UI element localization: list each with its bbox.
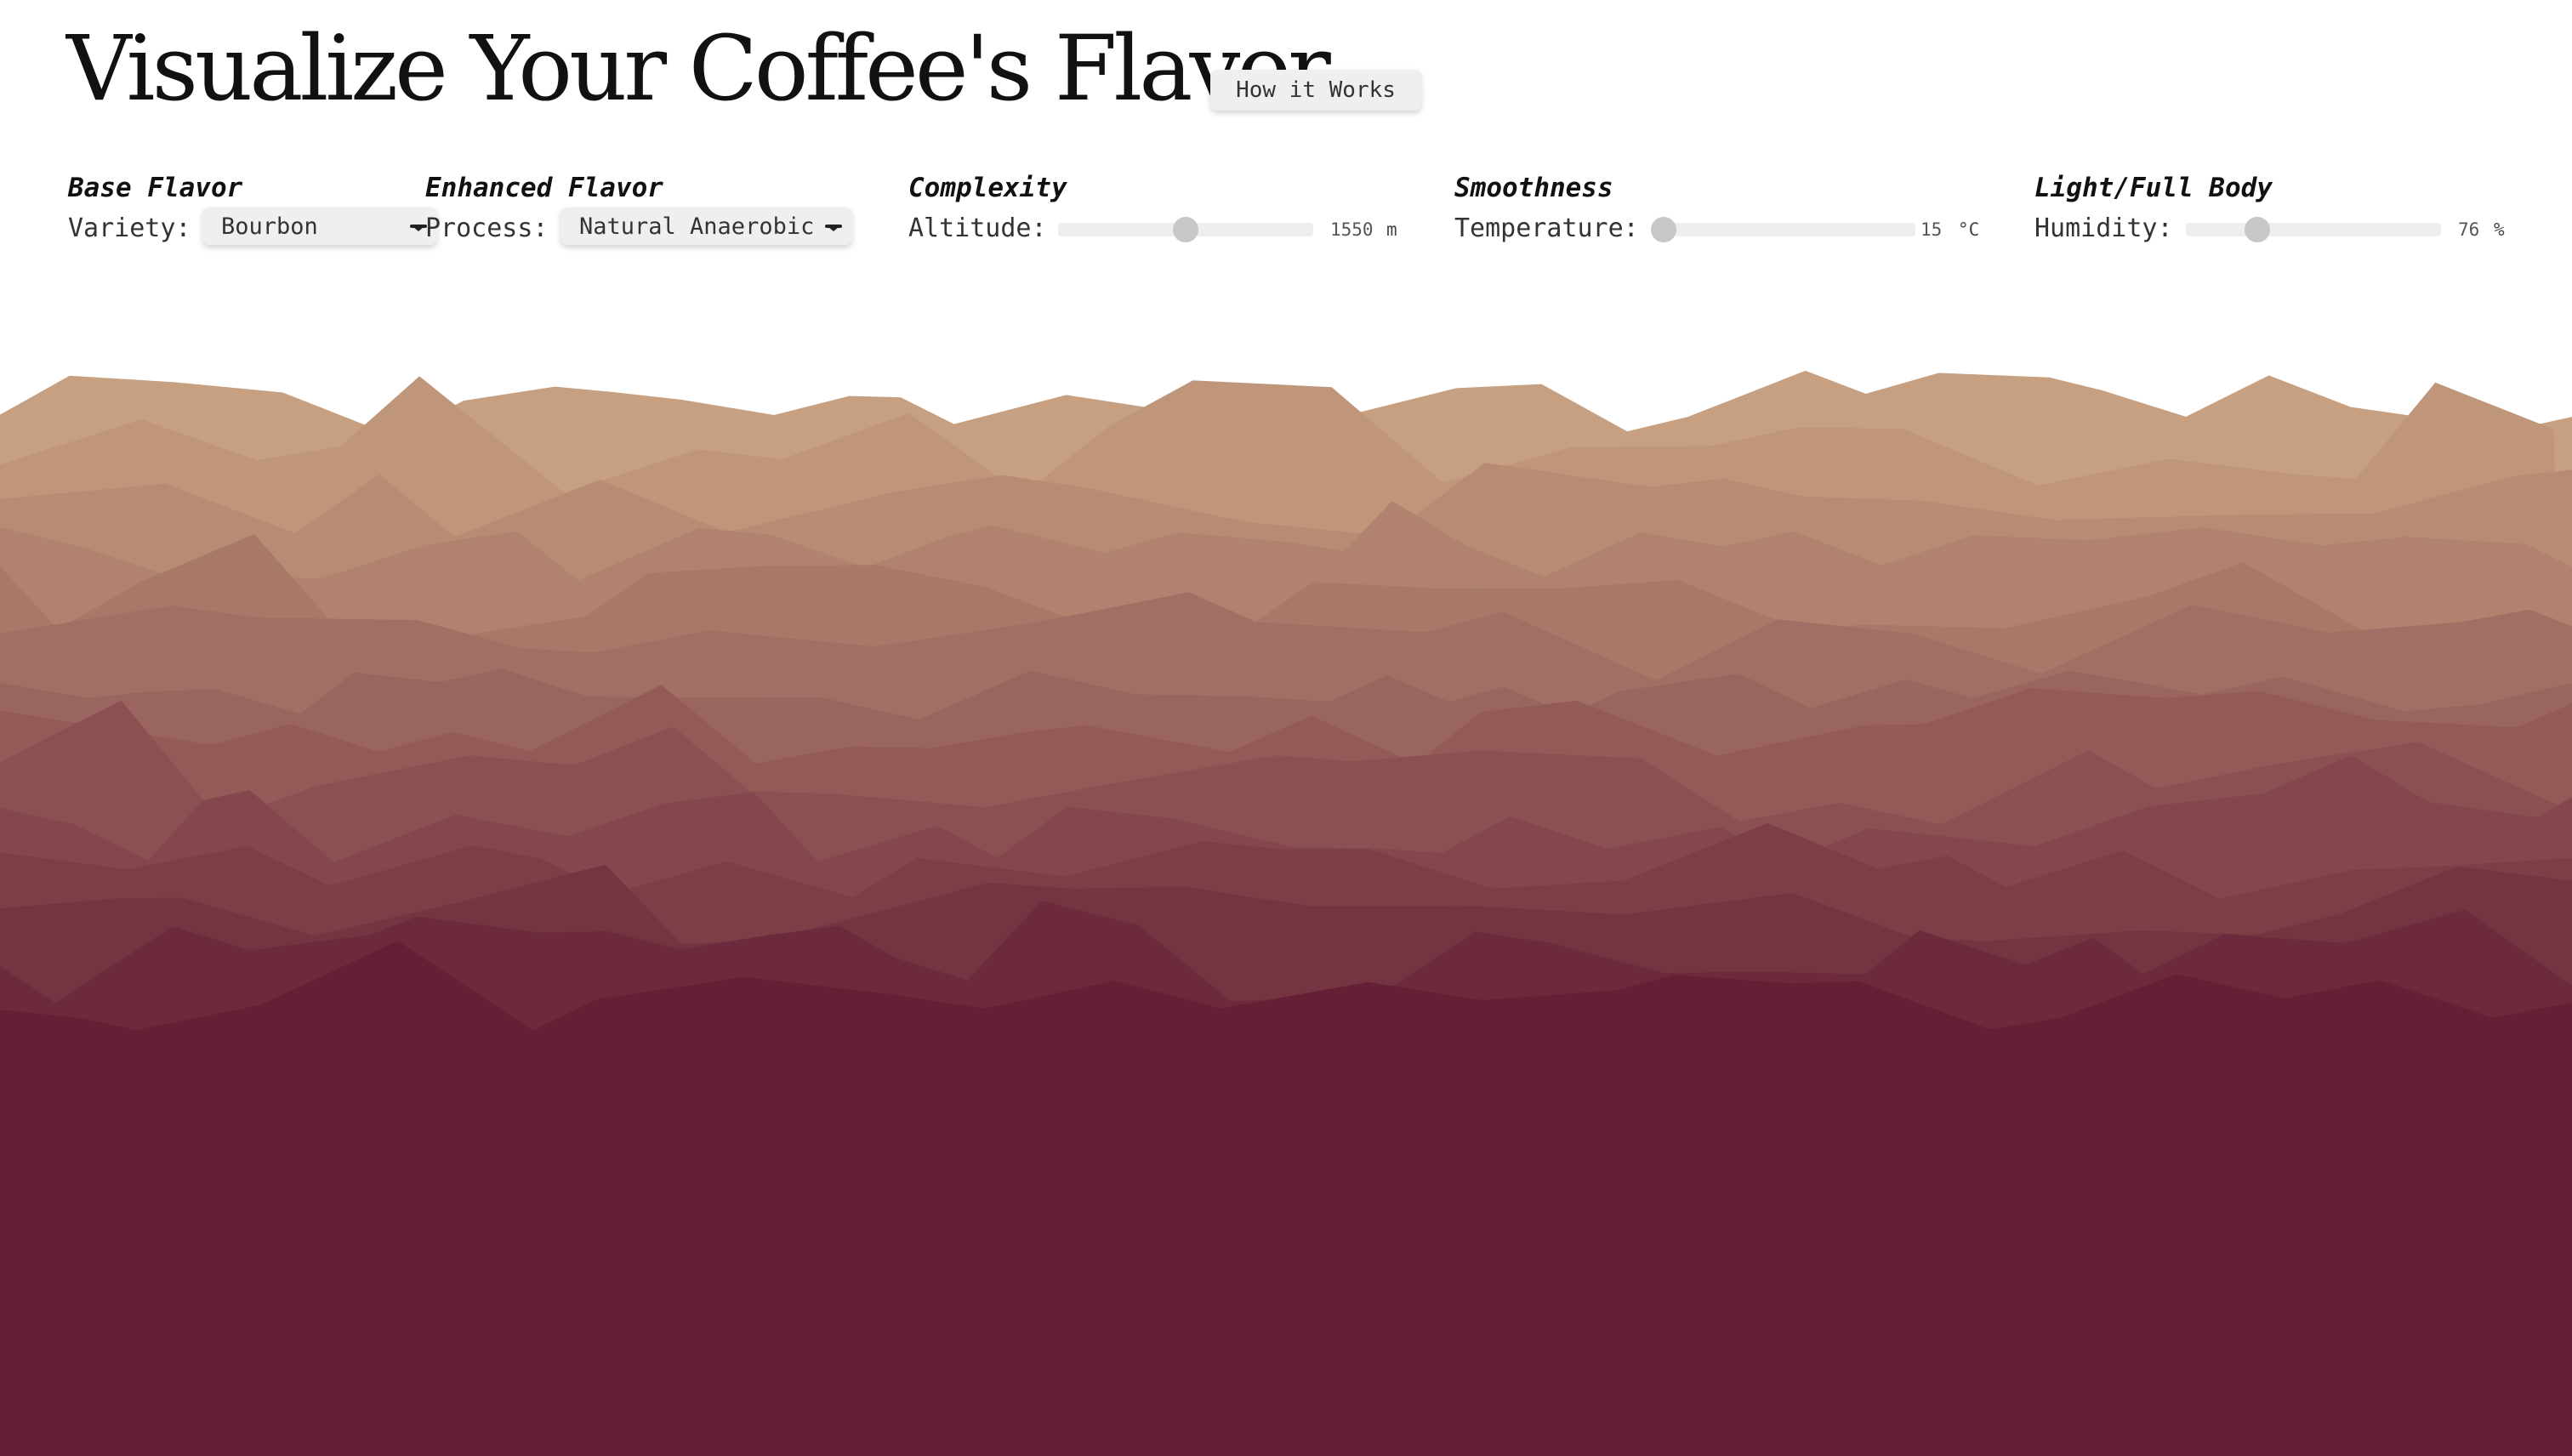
altitude-unit: m: [1386, 219, 1397, 240]
base-flavor-title: Base Flavor: [68, 173, 243, 203]
humidity-unit: %: [2494, 219, 2505, 240]
temperature-slider-thumb[interactable]: [1651, 217, 1676, 242]
variety-select[interactable]: Bourbon: [202, 208, 437, 245]
light-full-body-title: Light/Full Body: [2034, 173, 2273, 203]
flavor-landscape: [0, 370, 2572, 1456]
smoothness-group: Smoothness Temperature: 15 °C: [1454, 168, 1979, 248]
complexity-group: Complexity Altitude: 1550 m: [908, 168, 1397, 248]
humidity-slider-thumb[interactable]: [2245, 217, 2270, 242]
enhanced-flavor-group: Enhanced Flavor Process: Natural Anaerob…: [425, 168, 852, 248]
how-it-works-button[interactable]: How it Works: [1210, 70, 1421, 111]
chevron-down-icon: [825, 225, 842, 231]
chevron-down-icon: [410, 225, 427, 231]
altitude-slider-thumb[interactable]: [1173, 217, 1198, 242]
landscape-layer: [0, 941, 2572, 1456]
process-value: Natural Anaerobic: [579, 213, 815, 240]
enhanced-flavor-title: Enhanced Flavor: [425, 173, 663, 203]
process-select[interactable]: Natural Anaerobic: [560, 208, 852, 245]
variety-value: Bourbon: [221, 213, 318, 240]
temperature-value: 15: [1920, 219, 1943, 240]
variety-label: Variety:: [68, 213, 191, 243]
process-label: Process:: [425, 213, 549, 243]
humidity-label: Humidity:: [2034, 213, 2173, 243]
altitude-slider[interactable]: [1058, 217, 1313, 242]
altitude-value: 1550: [1330, 219, 1374, 240]
humidity-value: 76: [2458, 219, 2480, 240]
complexity-title: Complexity: [908, 173, 1067, 203]
altitude-label: Altitude:: [908, 213, 1047, 243]
smoothness-title: Smoothness: [1454, 173, 1613, 203]
temperature-label: Temperature:: [1454, 213, 1639, 243]
temperature-unit: °C: [1958, 219, 1980, 240]
light-full-body-group: Light/Full Body Humidity: 76 %: [2034, 168, 2505, 248]
page-title: Visualize Your Coffee's Flavor: [66, 16, 1331, 121]
base-flavor-group: Base Flavor Variety: Bourbon: [68, 168, 437, 248]
humidity-slider[interactable]: [2186, 217, 2441, 242]
temperature-slider[interactable]: [1651, 217, 1915, 242]
